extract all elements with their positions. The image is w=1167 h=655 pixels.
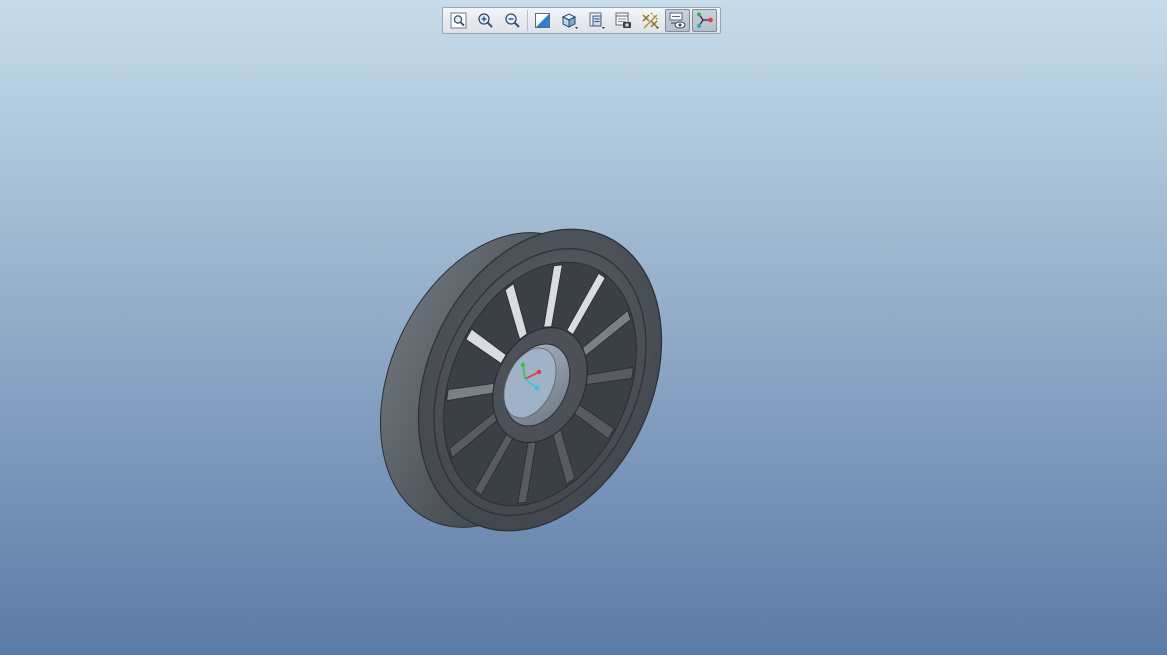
- refit-button[interactable]: [446, 9, 471, 32]
- annotation-display-icon: [669, 12, 686, 29]
- csys-x-axis-tip: [536, 369, 542, 375]
- model-viewport-canvas[interactable]: [0, 0, 1167, 655]
- datum-display-button[interactable]: [638, 9, 663, 32]
- saved-views-icon: [589, 12, 605, 29]
- csys-y-axis-tip: [520, 362, 526, 368]
- zoom-in-button[interactable]: [473, 9, 498, 32]
- spin-center-icon: [697, 12, 713, 28]
- saved-orientations-button[interactable]: [584, 9, 609, 32]
- zoom-in-icon: [478, 13, 493, 28]
- graphics-window[interactable]: [0, 0, 1167, 655]
- toolbar-separator: [527, 10, 528, 31]
- csys-z-axis-tip: [534, 385, 540, 391]
- repaint-icon: [535, 13, 550, 28]
- spin-center-button[interactable]: [692, 9, 717, 32]
- repaint-button[interactable]: [530, 9, 555, 32]
- annotation-display-button[interactable]: [665, 9, 690, 32]
- shaded-cube-icon: [561, 13, 578, 29]
- zoom-fit-icon: [450, 12, 467, 29]
- graphics-toolbar: [442, 7, 721, 34]
- view-manager-icon: [615, 12, 631, 28]
- zoom-out-icon: [505, 13, 520, 28]
- display-style-button[interactable]: [557, 9, 582, 32]
- zoom-out-button[interactable]: [500, 9, 525, 32]
- datum-display-icon: [642, 12, 659, 29]
- view-manager-button[interactable]: [611, 9, 636, 32]
